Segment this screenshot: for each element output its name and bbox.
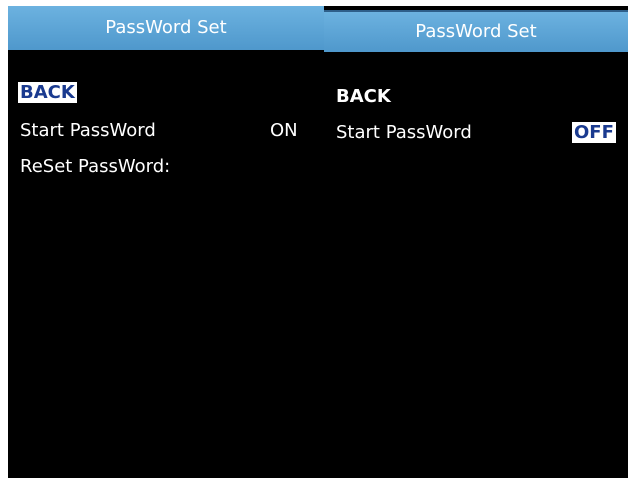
left-title-bar: PassWord Set [8, 6, 324, 50]
right-display-screen: PassWord Set BACK Start PassWord OFF [324, 6, 628, 478]
left-back-item[interactable]: BACK [18, 82, 77, 104]
right-back-label: BACK [336, 86, 391, 107]
left-start-password-item[interactable]: Start PassWord [20, 120, 156, 142]
left-reset-password-label: ReSet PassWord: [20, 156, 171, 177]
right-start-password-value[interactable]: OFF [572, 122, 616, 144]
right-back-item[interactable]: BACK [336, 86, 391, 108]
comparison-stage: PassWord Set BACK Start PassWord ON ReSe… [0, 0, 630, 481]
left-back-label: BACK [18, 82, 77, 103]
right-start-password-item[interactable]: Start PassWord [336, 122, 472, 144]
left-display-screen: PassWord Set BACK Start PassWord ON ReSe… [8, 6, 324, 478]
right-start-password-label: Start PassWord [336, 122, 472, 143]
left-reset-password-item[interactable]: ReSet PassWord: [20, 156, 170, 178]
right-start-password-value-label: OFF [572, 122, 616, 143]
right-title-bar: PassWord Set [324, 10, 628, 52]
left-start-password-value: ON [270, 120, 298, 141]
left-start-password-label: Start PassWord [20, 120, 156, 141]
